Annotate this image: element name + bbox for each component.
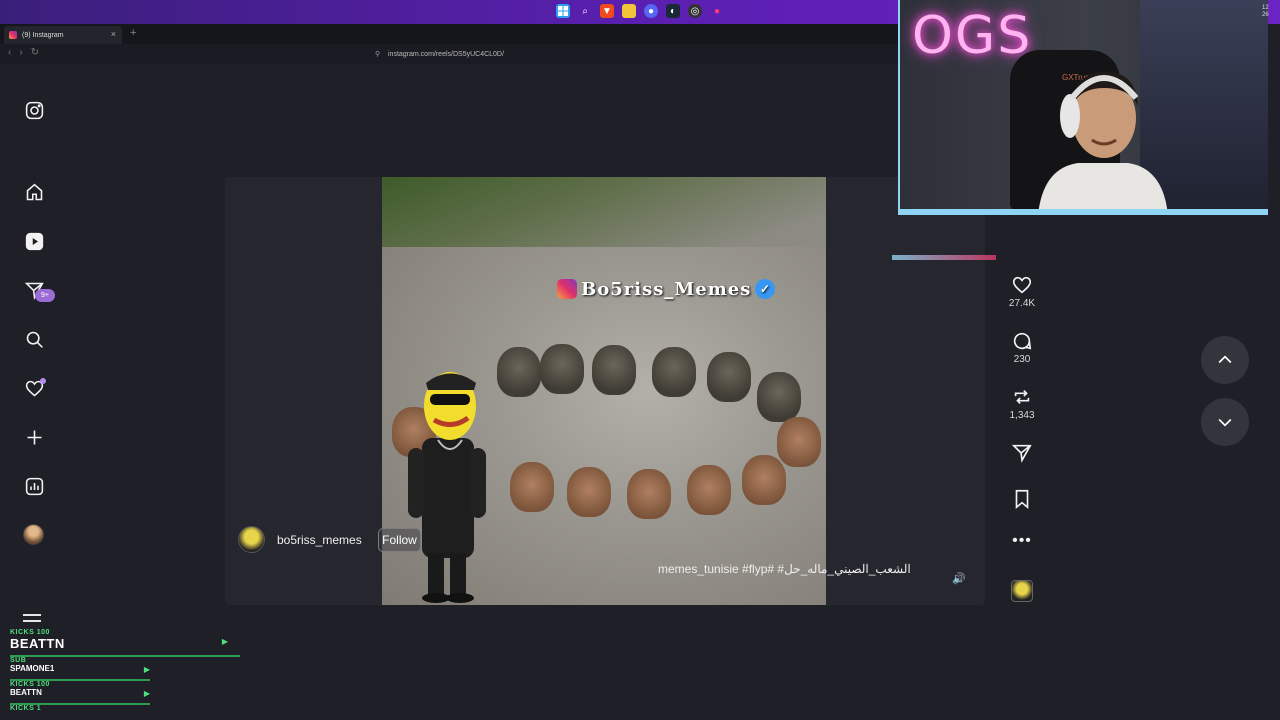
kick-event: KICKS 100 BEATTN ▶ (10, 681, 242, 705)
reel-author[interactable]: bo5riss_memes (238, 526, 362, 553)
instagram-logo-icon[interactable] (22, 98, 46, 122)
back-button[interactable]: ‹ (8, 47, 11, 58)
turtle (687, 465, 731, 515)
kick-event: SUB SPAMONE1 ▶ (10, 657, 242, 681)
new-tab-button[interactable]: + (130, 27, 136, 39)
previous-reel-button[interactable] (1201, 336, 1249, 384)
pin-icon[interactable]: ● (710, 4, 724, 18)
dashboard-icon[interactable] (22, 474, 46, 498)
play-icon: ▶ (221, 637, 228, 646)
turtle (707, 352, 751, 402)
author-username[interactable]: bo5riss_memes (277, 533, 362, 547)
repost-action[interactable]: 1,343 (1006, 386, 1038, 421)
neon-sign: OGS (912, 6, 1033, 66)
reel-caption: memes_tunisie #flyp# #الشعب_الصيني_ماله_… (658, 562, 911, 576)
stream-overlay-bar (892, 255, 996, 260)
home-icon[interactable] (22, 180, 46, 204)
video-watermark: Bo5riss_Memes ✓ (557, 278, 776, 300)
turtle (742, 455, 786, 505)
folder-icon[interactable] (622, 4, 636, 18)
like-action[interactable]: 27.4K (1006, 274, 1038, 309)
instagram-icon (557, 279, 577, 299)
instagram-favicon-icon (9, 31, 17, 39)
obs-icon[interactable]: ◎ (688, 4, 702, 18)
messages-badge: 9+ (35, 289, 55, 302)
turtle (510, 462, 554, 512)
next-reel-button[interactable] (1201, 398, 1249, 446)
turtle (627, 469, 671, 519)
steam-icon[interactable]: ◐ (666, 4, 680, 18)
clock-line-1: 12 (1262, 5, 1269, 11)
bookmark-icon[interactable] (1011, 488, 1033, 510)
cartoon-character (408, 372, 486, 603)
notification-dot (40, 378, 46, 384)
system-clock: 12 26 (1262, 5, 1269, 19)
search-icon[interactable]: ⌕ (578, 4, 592, 18)
share-action[interactable] (1006, 442, 1038, 464)
more-menu-icon[interactable] (23, 614, 41, 628)
audio-thumbnail[interactable] (1011, 580, 1033, 602)
search-icon[interactable] (22, 327, 46, 351)
kick-event-user: BEATTN (10, 636, 65, 651)
turtle (567, 467, 611, 517)
url-field[interactable]: ⚲ instagram.com/reels/DS5yUC4CL0D/ (372, 48, 892, 61)
comment-count: 230 (1013, 354, 1031, 365)
site-info-icon[interactable]: ⚲ (375, 50, 380, 58)
reels-icon[interactable] (22, 229, 46, 253)
close-tab-icon[interactable]: × (111, 29, 116, 39)
play-icon: ▶ (143, 665, 150, 674)
url-text: instagram.com/reels/DS5yUC4CL0D/ (388, 51, 504, 58)
clock-line-2: 26 (1262, 12, 1269, 18)
tab-title: (9) Instagram (22, 31, 64, 39)
kick-event-user: BEATTN (10, 688, 42, 697)
mute-toggle-icon[interactable]: 🔊 (952, 572, 966, 585)
chevron-down-icon (1218, 418, 1232, 427)
verified-icon: ✓ (755, 279, 776, 299)
like-count: 27.4K (1008, 298, 1036, 309)
turtle (652, 347, 696, 397)
brave-icon[interactable]: ▼ (600, 4, 614, 18)
repost-count: 1,343 (1009, 410, 1035, 421)
kick-event-type: SUB (10, 657, 27, 664)
kick-event-user: SPAMONE1 (10, 664, 55, 673)
author-avatar[interactable] (238, 526, 265, 553)
address-bar: ‹ › ↻ ⚲ instagram.com/reels/DS5yUC4CL0D/ (0, 44, 900, 64)
kick-event-type: KICKS 100 (10, 681, 50, 688)
chevron-up-icon (1218, 355, 1232, 364)
turtle (592, 345, 636, 395)
streamer (1038, 72, 1168, 209)
discord-icon[interactable]: ● (644, 4, 658, 18)
reload-button[interactable]: ↻ (31, 47, 39, 58)
turtle (777, 417, 821, 467)
kick-event-type: KICKS 1 (10, 705, 42, 712)
profile-avatar[interactable] (23, 524, 44, 545)
turtle (497, 347, 541, 397)
watermark-text: Bo5riss_Memes (581, 278, 752, 300)
turtle (757, 372, 801, 422)
browser-tab-bar: (9) Instagram × + (0, 24, 900, 44)
windows-start-icon[interactable] (556, 4, 570, 18)
kick-event-type: KICKS 100 (10, 629, 50, 636)
repost-icon[interactable] (1011, 386, 1033, 408)
play-icon: ▶ (143, 689, 150, 698)
taskbar-icons: ⌕ ▼ ● ◐ ◎ ● (556, 4, 724, 18)
kick-event: KICKS 100 BEATTN ▶ (10, 629, 242, 657)
forward-button[interactable]: › (19, 47, 22, 58)
save-action[interactable] (1006, 488, 1038, 510)
webcam-overlay: OGS GXTrust (898, 0, 1268, 215)
kicks-overlay: KICKS 100 BEATTN ▶ SUB SPAMONE1 ▶ KICKS … (10, 629, 242, 715)
comment-icon[interactable] (1011, 330, 1033, 352)
tab-instagram[interactable]: (9) Instagram × (4, 26, 122, 44)
more-options-icon[interactable]: ••• (1006, 532, 1038, 550)
heart-icon[interactable] (1011, 274, 1033, 296)
follow-button[interactable]: Follow (378, 528, 421, 552)
send-icon[interactable] (1011, 442, 1033, 464)
turtle (540, 344, 584, 394)
kick-event: KICKS 1 (10, 705, 242, 715)
create-plus-icon[interactable] (22, 425, 46, 449)
comment-action[interactable]: 230 (1006, 330, 1038, 365)
